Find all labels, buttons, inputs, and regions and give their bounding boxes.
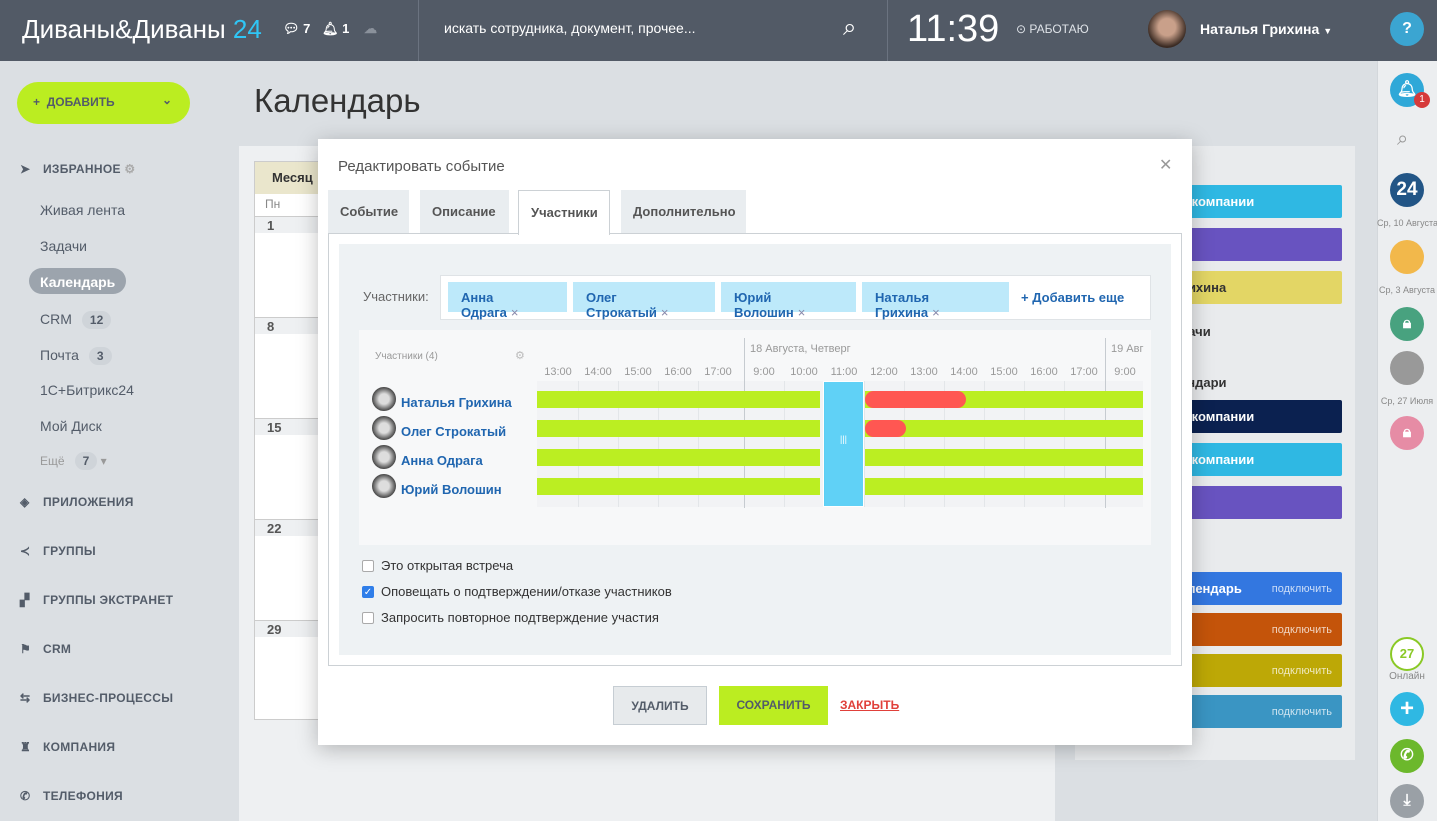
day-label: 19 Авг — [1111, 343, 1144, 355]
avatar[interactable] — [372, 416, 396, 440]
hour-label: 13:00 — [910, 366, 938, 378]
hour-label: 15:00 — [990, 366, 1018, 378]
hour-label: 14:00 — [584, 366, 612, 378]
free-slot — [537, 478, 820, 495]
add-attendee-link[interactable]: + Добавить еще — [1021, 290, 1124, 305]
hour-label: 17:00 — [1070, 366, 1098, 378]
tab[interactable]: Событие — [328, 190, 409, 234]
remove-icon[interactable]: × — [798, 305, 806, 320]
remove-icon[interactable]: × — [511, 305, 519, 320]
busy-slot[interactable] — [865, 420, 906, 437]
free-slot — [537, 420, 820, 437]
attendee-name[interactable]: Олег Строкатый — [401, 424, 506, 439]
delete-button[interactable]: УДАЛИТЬ — [613, 686, 707, 725]
attendee-name[interactable]: Наталья Грихина — [401, 395, 512, 410]
tab[interactable]: Описание — [420, 190, 509, 234]
hour-label: 15:00 — [624, 366, 652, 378]
hour-label: 13:00 — [544, 366, 572, 378]
close-icon[interactable]: ✕ — [1159, 155, 1172, 175]
busy-slot[interactable] — [865, 391, 966, 408]
free-slot — [865, 420, 1143, 437]
day-label: 18 Августа, Четверг — [750, 343, 851, 355]
checkbox-label[interactable]: Оповещать о подтверждении/отказе участни… — [381, 584, 672, 599]
close-button[interactable]: ЗАКРЫТЬ — [840, 686, 899, 725]
checkbox-label[interactable]: Это открытая встреча — [381, 558, 513, 573]
hour-label: 9:00 — [753, 366, 775, 378]
planner-header: Участники (4) — [375, 351, 438, 362]
free-slot — [865, 449, 1143, 466]
attendee-name[interactable]: Юрий Волошин — [401, 482, 502, 497]
avatar[interactable] — [372, 445, 396, 469]
hour-label: 11:00 — [830, 366, 858, 378]
hour-label: 17:00 — [704, 366, 732, 378]
checkbox[interactable] — [362, 612, 374, 624]
save-button[interactable]: СОХРАНИТЬ — [719, 686, 828, 725]
hour-label: 16:00 — [1030, 366, 1058, 378]
attendee-chip[interactable]: Олег Строкатый × — [573, 282, 715, 320]
gear-icon[interactable]: ⚙ — [515, 349, 525, 362]
avatar[interactable] — [372, 387, 396, 411]
dialog-title: Редактировать событие — [338, 158, 505, 175]
remove-icon[interactable]: × — [661, 305, 669, 320]
attendees-label: Участники: — [363, 289, 429, 304]
free-slot — [865, 478, 1143, 495]
attendee-chip[interactable]: Анна Одрага × — [448, 282, 567, 320]
free-slot — [537, 391, 820, 408]
free-slot — [537, 449, 820, 466]
attendee-chip[interactable]: Юрий Волошин × — [721, 282, 856, 320]
hour-label: 12:00 — [870, 366, 898, 378]
remove-icon[interactable]: × — [932, 305, 940, 320]
tab[interactable]: Участники — [518, 190, 610, 235]
hour-label: 14:00 — [950, 366, 978, 378]
hour-label: 9:00 — [1114, 366, 1136, 378]
tab[interactable]: Дополнительно — [621, 190, 746, 234]
attendee-chip[interactable]: Наталья Грихина × — [862, 282, 1009, 320]
checkbox[interactable]: ✓ — [362, 586, 374, 598]
checkbox[interactable] — [362, 560, 374, 572]
avatar[interactable] — [372, 474, 396, 498]
hour-label: 10:00 — [790, 366, 818, 378]
selected-time-range[interactable]: ||| — [823, 381, 864, 507]
attendee-name[interactable]: Анна Одрага — [401, 453, 483, 468]
hour-label: 16:00 — [664, 366, 692, 378]
checkbox-label[interactable]: Запросить повторное подтверждение участи… — [381, 610, 659, 625]
